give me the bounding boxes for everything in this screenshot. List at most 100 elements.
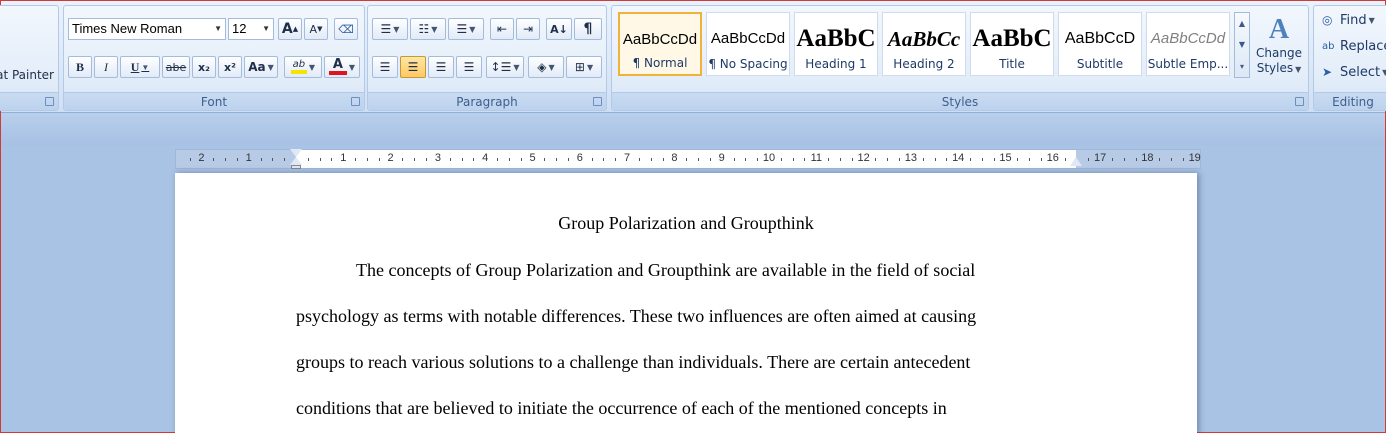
change-styles-button[interactable]: A Change Styles ▼ <box>1254 12 1304 88</box>
underline-button[interactable]: U ▼ <box>120 56 160 78</box>
chevron-down-icon: ▼ <box>348 62 356 72</box>
bullet-list-icon: ☰ <box>380 22 392 36</box>
bullets-button[interactable]: ☰ ▼ <box>372 18 408 40</box>
font-size-combo[interactable]: 12 ▼ <box>228 18 274 40</box>
style-subtle-emphasis[interactable]: AaBbCcDd Subtle Emp... <box>1146 12 1230 76</box>
right-indent-marker-icon[interactable] <box>1070 157 1082 166</box>
style-name: Subtitle <box>1076 57 1124 71</box>
scroll-down-icon[interactable]: ▼ <box>1239 40 1245 49</box>
bold-button[interactable]: B <box>68 56 92 78</box>
style-title[interactable]: AaBbC Title <box>970 12 1054 76</box>
line-spacing-button[interactable]: ↕☰ ▼ <box>486 56 524 78</box>
style-no-spacing[interactable]: AaBbCcDd ¶ No Spacing <box>706 12 790 76</box>
more-styles-icon[interactable]: ▾ <box>1240 62 1244 71</box>
italic-button[interactable]: I <box>94 56 118 78</box>
align-center-button[interactable]: ☰ <box>400 56 426 78</box>
styles-dialog-launcher-icon[interactable] <box>1295 97 1304 106</box>
style-heading-1[interactable]: AaBbC Heading 1 <box>794 12 878 76</box>
shrink-font-button[interactable]: A ▼ <box>304 18 328 40</box>
document-page[interactable] <box>175 173 1197 433</box>
chevron-down-icon: ▼ <box>393 24 400 34</box>
ruler-tick-label: 1 <box>340 152 347 164</box>
borders-button[interactable]: ⊞ ▼ <box>566 56 602 78</box>
clear-formatting-button[interactable]: ⌫ <box>334 18 358 40</box>
style-preview: AaBbC <box>972 25 1052 52</box>
ruler-tick-mark <box>567 158 569 161</box>
justify-button[interactable]: ☰ <box>456 56 482 78</box>
grow-font-button[interactable]: A ▲ <box>278 18 302 40</box>
ruler-tick-mark <box>615 158 617 161</box>
clipboard-group: at Painter <box>0 5 59 111</box>
ruler-tick-mark <box>1029 158 1031 161</box>
change-case-button[interactable]: Aa ▼ <box>244 56 278 78</box>
clipboard-dialog-launcher-icon[interactable] <box>45 97 54 106</box>
decrease-indent-icon: ⇤ <box>496 22 508 36</box>
paragraph-dialog-launcher-icon[interactable] <box>593 97 602 106</box>
ruler-tick-mark <box>378 158 380 161</box>
align-right-button[interactable]: ☰ <box>428 56 454 78</box>
styles-gallery-scroll[interactable]: ▲ ▼ ▾ <box>1234 12 1250 78</box>
shading-button[interactable]: ◈ ▼ <box>528 56 564 78</box>
font-dialog-launcher-icon[interactable] <box>351 97 360 106</box>
find-button[interactable]: ◎ Find ▼ <box>1322 10 1375 30</box>
strikethrough-button[interactable]: abe <box>162 56 190 78</box>
scroll-up-icon[interactable]: ▲ <box>1239 19 1245 28</box>
multilevel-list-button[interactable]: ☰ ▼ <box>448 18 484 40</box>
line-spacing-icon: ↕☰ <box>490 60 512 74</box>
change-case-icon: Aa <box>248 60 266 74</box>
numbering-button[interactable]: ☷ ▼ <box>410 18 446 40</box>
left-indent-marker-icon[interactable] <box>291 165 301 169</box>
horizontal-ruler[interactable]: 2 1 1 2 3 4 5 6 7 8 9 10 11 12 13 14 15 16 17 18 19 <box>175 149 1201 169</box>
replace-button[interactable]: ab Replace <box>1322 36 1386 56</box>
ruler-tick-label: 10 <box>762 152 776 164</box>
document-line[interactable]: psychology as terms with notable differe… <box>296 306 976 327</box>
ruler-tick-mark <box>1088 158 1090 161</box>
ruler-tick-mark <box>449 158 451 161</box>
select-button[interactable]: ➤ Select ▼ <box>1322 62 1386 82</box>
chevron-down-icon: ▼ <box>586 62 594 72</box>
style-normal[interactable]: AaBbCcDd ¶ Normal <box>618 12 702 76</box>
ruler-tick-mark <box>745 158 747 161</box>
font-name-combo[interactable]: Times New Roman ▼ <box>68 18 226 40</box>
ruler-tick-mark <box>461 158 463 161</box>
style-heading-2[interactable]: AaBbCc Heading 2 <box>882 12 966 76</box>
ruler-tick-mark <box>591 158 593 161</box>
document-line[interactable]: The concepts of Group Polarization and G… <box>356 260 975 281</box>
ruler-tick-mark <box>981 158 983 161</box>
increase-indent-button[interactable]: ⇥ <box>516 18 540 40</box>
highlight-button[interactable]: ab ▼ <box>284 56 322 78</box>
ruler-tick-mark <box>993 158 995 161</box>
increase-indent-icon: ⇥ <box>522 22 534 36</box>
superscript-button[interactable]: x² <box>218 56 242 78</box>
font-color-button[interactable]: A ▼ <box>324 56 360 78</box>
ruler-tick-label: 7 <box>624 152 631 164</box>
document-line[interactable]: groups to reach various solutions to a c… <box>296 352 970 373</box>
font-name-value: Times New Roman <box>72 21 183 36</box>
ruler-tick-mark <box>686 158 688 161</box>
chevron-down-icon: ▼ <box>1368 15 1375 25</box>
change-styles-label-row: Styles ▼ <box>1254 61 1304 77</box>
ruler-tick-mark <box>839 158 841 161</box>
ruler-tick-mark <box>331 158 333 161</box>
editing-group: ◎ Find▼ ab Replace ➤ Select▼ Editing <box>1313 5 1386 111</box>
document-line[interactable]: conditions that are believed to initiate… <box>296 398 947 419</box>
ruler-tick-label: 9 <box>718 152 725 164</box>
ruler-tick-mark <box>402 158 404 161</box>
subscript-button[interactable]: x₂ <box>192 56 216 78</box>
ruler-tick-mark <box>1182 158 1184 161</box>
align-left-button[interactable]: ☰ <box>372 56 398 78</box>
style-name: ¶ Normal <box>632 56 688 70</box>
hanging-indent-marker-icon[interactable] <box>290 157 302 165</box>
ruler-tick-label: 5 <box>529 152 536 164</box>
bold-icon: B <box>75 59 84 74</box>
document-title[interactable]: Group Polarization and Groupthink <box>175 213 1197 234</box>
decrease-indent-button[interactable]: ⇤ <box>490 18 514 40</box>
sort-button[interactable]: A↓ <box>546 18 572 40</box>
first-line-indent-marker-icon[interactable] <box>290 149 302 157</box>
subscript-icon: x₂ <box>198 60 210 74</box>
ruler-tick-label: 16 <box>1046 152 1059 164</box>
format-painter-button[interactable]: at Painter <box>0 64 58 86</box>
style-subtitle[interactable]: AaBbCcD Subtitle <box>1058 12 1142 76</box>
ruler-tick-mark <box>1111 158 1113 161</box>
show-hide-button[interactable]: ¶ <box>574 18 602 40</box>
